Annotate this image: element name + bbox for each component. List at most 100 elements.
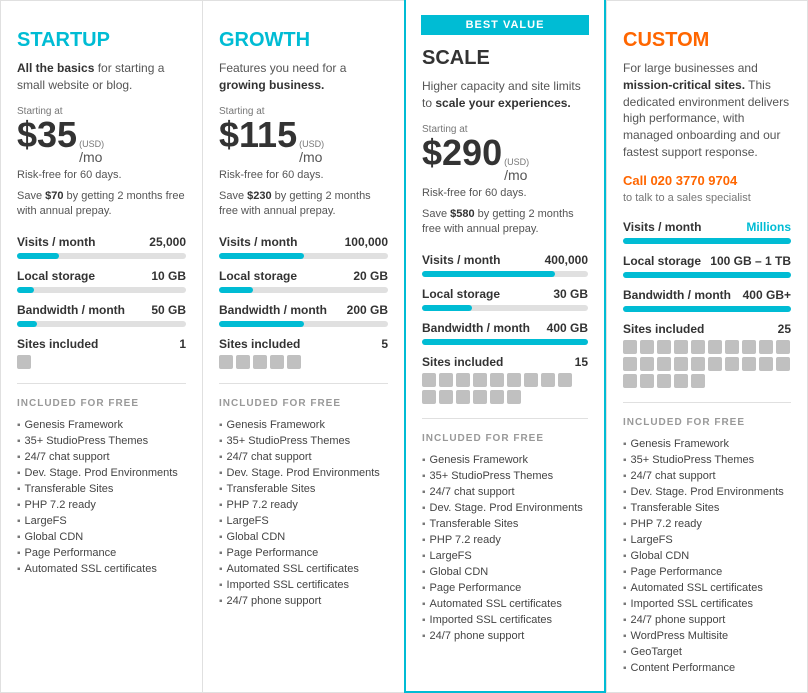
feature-item-custom-9: Automated SSL certificates bbox=[623, 580, 791, 596]
price-row-startup: $35 (USD) /mo bbox=[17, 117, 186, 165]
sites-dots-growth bbox=[219, 355, 388, 369]
plan-startup: STARTUPAll the basics for starting a sma… bbox=[0, 0, 202, 693]
plan-title-custom: CUSTOM bbox=[623, 29, 791, 52]
feature-item-custom-14: Content Performance bbox=[623, 660, 791, 676]
price-usd-growth: (USD) bbox=[299, 139, 324, 149]
feature-list-growth: Genesis Framework35+ StudioPress Themes2… bbox=[219, 417, 388, 609]
feature-item-custom-12: WordPress Multisite bbox=[623, 628, 791, 644]
site-dot bbox=[776, 357, 790, 371]
progress-fill-startup-1 bbox=[17, 287, 34, 293]
sites-label-growth: Sites included bbox=[219, 337, 300, 351]
metric-value-startup-2: 50 GB bbox=[151, 303, 186, 317]
divider-custom bbox=[623, 402, 791, 403]
sites-value-startup: 1 bbox=[179, 337, 186, 351]
feature-list-custom: Genesis Framework35+ StudioPress Themes2… bbox=[623, 436, 791, 676]
progress-bg-scale-2 bbox=[422, 339, 588, 345]
metric-value-custom-2: 400 GB+ bbox=[743, 288, 791, 302]
feature-item-scale-3: Dev. Stage. Prod Environments bbox=[422, 500, 588, 516]
metric-value-scale-0: 400,000 bbox=[545, 253, 588, 267]
plan-desc-scale: Higher capacity and site limits to scale… bbox=[422, 78, 588, 112]
site-dot bbox=[776, 340, 790, 354]
site-dot bbox=[287, 355, 301, 369]
pricing-grid: STARTUPAll the basics for starting a sma… bbox=[0, 0, 808, 693]
metric-label-startup-0: Visits / month bbox=[17, 235, 95, 249]
feature-item-scale-0: Genesis Framework bbox=[422, 452, 588, 468]
site-dot bbox=[708, 357, 722, 371]
site-dot bbox=[623, 357, 637, 371]
site-dot bbox=[422, 390, 436, 404]
site-dot bbox=[439, 373, 453, 387]
feature-item-scale-7: Global CDN bbox=[422, 564, 588, 580]
site-dot bbox=[507, 390, 521, 404]
progress-fill-startup-0 bbox=[17, 253, 59, 259]
site-dot bbox=[456, 373, 470, 387]
feature-item-custom-5: PHP 7.2 ready bbox=[623, 516, 791, 532]
metric-label-custom-0: Visits / month bbox=[623, 220, 701, 234]
progress-fill-startup-2 bbox=[17, 321, 37, 327]
feature-item-startup-2: 24/7 chat support bbox=[17, 449, 186, 465]
site-dot bbox=[490, 390, 504, 404]
sites-dots-custom bbox=[623, 340, 791, 388]
feature-item-startup-3: Dev. Stage. Prod Environments bbox=[17, 465, 186, 481]
sites-label-custom: Sites included bbox=[623, 322, 704, 336]
feature-item-custom-1: 35+ StudioPress Themes bbox=[623, 452, 791, 468]
feature-item-custom-7: Global CDN bbox=[623, 548, 791, 564]
feature-item-scale-2: 24/7 chat support bbox=[422, 484, 588, 500]
metric-label-startup-2: Bandwidth / month bbox=[17, 303, 125, 317]
feature-item-custom-0: Genesis Framework bbox=[623, 436, 791, 452]
divider-scale bbox=[422, 418, 588, 419]
sites-row-growth: Sites included 5 bbox=[219, 337, 388, 369]
save-text-growth: Save $230 by getting 2 months free with … bbox=[219, 189, 388, 220]
metric-value-scale-2: 400 GB bbox=[547, 321, 588, 335]
site-dot bbox=[742, 340, 756, 354]
feature-item-growth-1: 35+ StudioPress Themes bbox=[219, 433, 388, 449]
site-dot bbox=[674, 374, 688, 388]
feature-item-custom-13: GeoTarget bbox=[623, 644, 791, 660]
sites-row-scale: Sites included 15 bbox=[422, 355, 588, 404]
progress-bg-growth-2 bbox=[219, 321, 388, 327]
metric-row-custom-1: Local storage 100 GB – 1 TB bbox=[623, 254, 791, 278]
feature-item-growth-3: Dev. Stage. Prod Environments bbox=[219, 465, 388, 481]
site-dot bbox=[507, 373, 521, 387]
sites-row-custom: Sites included 25 bbox=[623, 322, 791, 388]
metric-label-custom-2: Bandwidth / month bbox=[623, 288, 731, 302]
feature-item-growth-9: Automated SSL certificates bbox=[219, 561, 388, 577]
site-dot bbox=[691, 374, 705, 388]
progress-bg-growth-0 bbox=[219, 253, 388, 259]
risk-free-startup: Risk-free for 60 days. bbox=[17, 169, 186, 181]
metric-value-custom-0: Millions bbox=[746, 220, 791, 234]
save-text-scale: Save $580 by getting 2 months free with … bbox=[422, 207, 588, 238]
feature-list-startup: Genesis Framework35+ StudioPress Themes2… bbox=[17, 417, 186, 577]
price-amount-startup: $35 bbox=[17, 117, 77, 153]
metric-row-scale-1: Local storage 30 GB bbox=[422, 287, 588, 311]
metric-row-scale-2: Bandwidth / month 400 GB bbox=[422, 321, 588, 345]
metric-value-growth-0: 100,000 bbox=[345, 235, 388, 249]
site-dot bbox=[674, 340, 688, 354]
feature-item-growth-11: 24/7 phone support bbox=[219, 593, 388, 609]
metric-label-custom-1: Local storage bbox=[623, 254, 701, 268]
price-usd-startup: (USD) bbox=[79, 139, 104, 149]
site-dot bbox=[708, 340, 722, 354]
metric-value-startup-0: 25,000 bbox=[149, 235, 186, 249]
price-amount-scale: $290 bbox=[422, 135, 502, 171]
site-dot bbox=[657, 340, 671, 354]
site-dot bbox=[657, 374, 671, 388]
risk-free-growth: Risk-free for 60 days. bbox=[219, 169, 388, 181]
metric-value-startup-1: 10 GB bbox=[151, 269, 186, 283]
metric-row-custom-2: Bandwidth / month 400 GB+ bbox=[623, 288, 791, 312]
call-text-custom[interactable]: Call 020 3770 9704 bbox=[623, 173, 791, 188]
site-dot bbox=[541, 373, 555, 387]
included-title-custom: INCLUDED FOR FREE bbox=[623, 417, 791, 428]
price-amount-growth: $115 bbox=[219, 117, 297, 153]
site-dot bbox=[456, 390, 470, 404]
site-dot bbox=[524, 373, 538, 387]
site-dot bbox=[759, 340, 773, 354]
included-title-scale: INCLUDED FOR FREE bbox=[422, 433, 588, 444]
site-dot bbox=[236, 355, 250, 369]
progress-fill-custom-1 bbox=[623, 272, 791, 278]
feature-item-startup-4: Transferable Sites bbox=[17, 481, 186, 497]
included-title-growth: INCLUDED FOR FREE bbox=[219, 398, 388, 409]
site-dot bbox=[17, 355, 31, 369]
site-dot bbox=[473, 390, 487, 404]
plan-scale: BEST VALUESCALEHigher capacity and site … bbox=[404, 0, 606, 693]
